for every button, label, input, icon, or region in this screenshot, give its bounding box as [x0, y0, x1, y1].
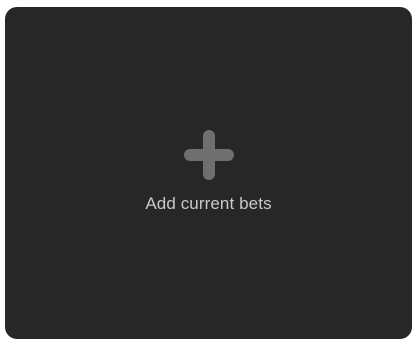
add-current-bets-label: Add current bets	[145, 193, 272, 213]
add-current-bets-card[interactable]: Add current bets	[5, 7, 412, 339]
plus-icon	[183, 129, 234, 180]
